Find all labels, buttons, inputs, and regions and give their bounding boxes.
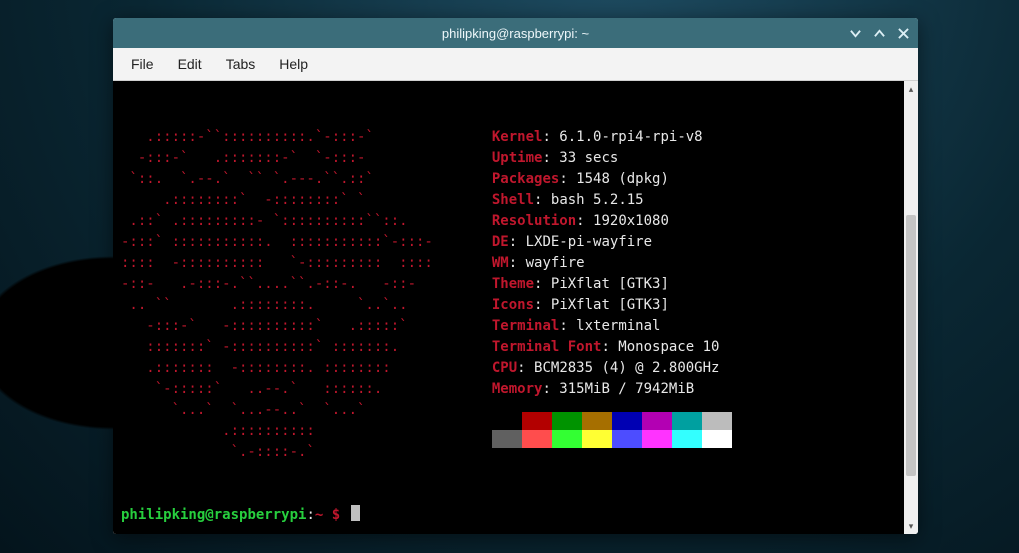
info-value: : 315MiB / 7942MiB	[542, 381, 694, 397]
info-label: Shell	[492, 192, 534, 208]
window-buttons	[844, 18, 914, 48]
info-value: : 1548 (dpkg)	[559, 171, 669, 187]
info-label: Memory	[492, 381, 543, 397]
info-value: : lxterminal	[559, 318, 660, 334]
shell-prompt: philipking@raspberrypi:~ $	[121, 505, 360, 526]
menu-edit[interactable]: Edit	[166, 52, 214, 76]
terminal-area: .:::::-``::::::::::.`-:::-` -:::-` .::::…	[113, 81, 918, 534]
terminal-output[interactable]: .:::::-``::::::::::.`-:::-` -:::-` .::::…	[113, 81, 904, 534]
info-label: Terminal	[492, 318, 559, 334]
menu-file[interactable]: File	[119, 52, 166, 76]
info-line: Terminal Font: Monospace 10	[492, 337, 732, 358]
info-line: Theme: PiXflat [GTK3]	[492, 274, 732, 295]
terminal-window: philipking@raspberrypi: ~ File Edit Tabs…	[113, 18, 918, 534]
prompt-host: @raspberrypi	[205, 507, 306, 523]
color-swatch	[642, 430, 672, 448]
info-line: Uptime: 33 secs	[492, 148, 732, 169]
info-value: : BCM2835 (4) @ 2.800GHz	[517, 360, 719, 376]
scrollbar-thumb[interactable]	[906, 215, 916, 476]
color-swatch	[672, 430, 702, 448]
info-label: Icons	[492, 297, 534, 313]
info-label: Kernel	[492, 129, 543, 145]
neofetch-info: Kernel: 6.1.0-rpi4-rpi-v8Uptime: 33 secs…	[492, 127, 732, 463]
info-label: DE	[492, 234, 509, 250]
info-label: Uptime	[492, 150, 543, 166]
color-swatch	[522, 430, 552, 448]
info-line: Terminal: lxterminal	[492, 316, 732, 337]
minimize-button[interactable]	[844, 22, 866, 44]
color-swatch	[552, 412, 582, 430]
terminal-cursor	[351, 505, 360, 521]
close-icon	[898, 28, 909, 39]
color-swatch	[582, 430, 612, 448]
info-line: CPU: BCM2835 (4) @ 2.800GHz	[492, 358, 732, 379]
scroll-down-button[interactable]: ▾	[904, 518, 918, 534]
prompt-user: philipking	[121, 507, 205, 523]
color-swatch	[702, 430, 732, 448]
color-swatch	[702, 412, 732, 430]
scrollbar[interactable]: ▴ ▾	[904, 81, 918, 534]
info-value: : LXDE-pi-wayfire	[509, 234, 652, 250]
info-line: Memory: 315MiB / 7942MiB	[492, 379, 732, 400]
info-value: : 1920x1080	[576, 213, 669, 229]
swatch-row	[492, 412, 732, 430]
info-label: CPU	[492, 360, 517, 376]
color-swatches	[492, 412, 732, 448]
color-swatch	[522, 412, 552, 430]
info-line: Icons: PiXflat [GTK3]	[492, 295, 732, 316]
info-line: Shell: bash 5.2.15	[492, 190, 732, 211]
info-value: : wayfire	[509, 255, 585, 271]
info-value: : PiXflat [GTK3]	[534, 276, 669, 292]
info-value: : bash 5.2.15	[534, 192, 644, 208]
prompt-separator: :	[306, 507, 314, 523]
info-label: WM	[492, 255, 509, 271]
info-label: Terminal Font	[492, 339, 602, 355]
chevron-up-icon	[874, 28, 885, 39]
color-swatch	[492, 430, 522, 448]
menubar: File Edit Tabs Help	[113, 48, 918, 81]
color-swatch	[492, 412, 522, 430]
menu-help[interactable]: Help	[267, 52, 320, 76]
maximize-button[interactable]	[868, 22, 890, 44]
close-button[interactable]	[892, 22, 914, 44]
color-swatch	[612, 430, 642, 448]
window-titlebar[interactable]: philipking@raspberrypi: ~	[113, 18, 918, 48]
info-line: WM: wayfire	[492, 253, 732, 274]
info-value: : PiXflat [GTK3]	[534, 297, 669, 313]
info-value: : 6.1.0-rpi4-rpi-v8	[542, 129, 702, 145]
info-value: : 33 secs	[542, 150, 618, 166]
color-swatch	[582, 412, 612, 430]
scroll-up-button[interactable]: ▴	[904, 81, 918, 97]
chevron-down-icon	[850, 28, 861, 39]
prompt-symbol: $	[332, 507, 349, 523]
info-line: Kernel: 6.1.0-rpi4-rpi-v8	[492, 127, 732, 148]
color-swatch	[612, 412, 642, 430]
info-line: Resolution: 1920x1080	[492, 211, 732, 232]
info-label: Packages	[492, 171, 559, 187]
info-label: Theme	[492, 276, 534, 292]
info-line: DE: LXDE-pi-wayfire	[492, 232, 732, 253]
color-swatch	[552, 430, 582, 448]
menu-tabs[interactable]: Tabs	[214, 52, 268, 76]
swatch-row	[492, 430, 732, 448]
neofetch-ascii-art: .:::::-``::::::::::.`-:::-` -:::-` .::::…	[121, 127, 492, 463]
info-label: Resolution	[492, 213, 576, 229]
window-title: philipking@raspberrypi: ~	[442, 26, 589, 41]
info-value: : Monospace 10	[601, 339, 719, 355]
color-swatch	[672, 412, 702, 430]
color-swatch	[642, 412, 672, 430]
scrollbar-track[interactable]	[904, 97, 918, 518]
prompt-path: ~	[315, 507, 332, 523]
info-line: Packages: 1548 (dpkg)	[492, 169, 732, 190]
